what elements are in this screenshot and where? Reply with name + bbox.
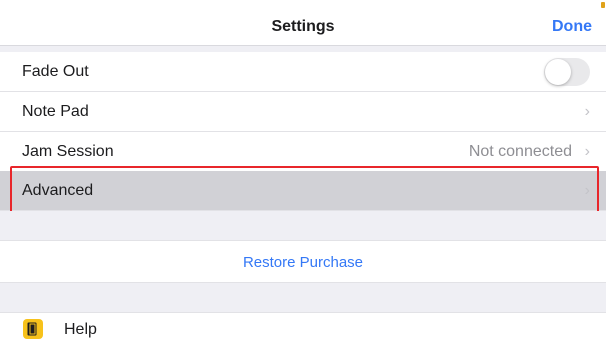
settings-row-fade-out[interactable]: Fade Out	[0, 52, 606, 92]
settings-screen: Settings Done Fade Out Note Pad › Jam Se…	[0, 0, 606, 345]
settings-row-note-pad[interactable]: Note Pad ›	[0, 92, 606, 132]
section-spacer	[0, 282, 606, 313]
done-button[interactable]: Done	[552, 0, 592, 46]
indicator-dot	[601, 2, 605, 8]
chevron-right-icon: ›	[584, 182, 590, 199]
settings-row-jam-session[interactable]: Jam Session Not connected ›	[0, 132, 606, 172]
page-title: Settings	[271, 18, 335, 35]
book-icon	[23, 319, 43, 339]
restore-purchase-button[interactable]: Restore Purchase	[0, 242, 606, 282]
jam-session-status: Not connected	[468, 143, 572, 160]
chevron-right-icon: ›	[584, 103, 590, 120]
toggle-knob	[545, 59, 571, 85]
row-label-fade-out: Fade Out	[22, 63, 89, 80]
fade-out-toggle[interactable]	[544, 58, 590, 86]
row-label-advanced: Advanced	[22, 182, 94, 199]
chevron-right-icon: ›	[584, 143, 590, 160]
section-spacer	[0, 211, 606, 241]
row-label-help: Help	[64, 321, 97, 338]
navigation-bar: Settings Done	[0, 0, 606, 46]
row-label-note-pad: Note Pad	[22, 103, 89, 120]
settings-row-advanced[interactable]: Advanced ›	[0, 171, 606, 211]
settings-row-help[interactable]: Help	[0, 314, 606, 345]
row-label-jam-session: Jam Session	[22, 143, 114, 160]
